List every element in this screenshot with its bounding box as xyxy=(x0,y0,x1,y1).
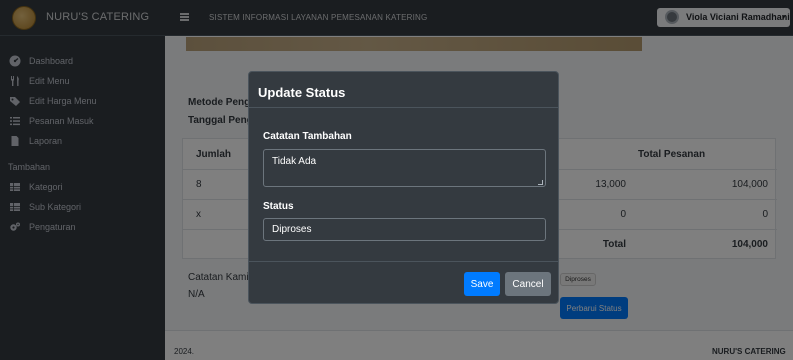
cancel-button[interactable]: Cancel xyxy=(505,272,551,296)
resize-grip-icon[interactable] xyxy=(538,180,543,185)
modal-title: Update Status xyxy=(258,85,346,100)
catatan-tambahan-label: Catatan Tambahan xyxy=(263,131,352,142)
save-button[interactable]: Save xyxy=(464,272,500,296)
catatan-tambahan-textarea[interactable]: Tidak Ada xyxy=(263,149,546,187)
modal-header-divider xyxy=(249,107,558,108)
status-select[interactable]: Diproses xyxy=(263,218,546,241)
modal-footer-divider xyxy=(249,261,558,262)
update-status-modal xyxy=(248,71,559,304)
status-label: Status xyxy=(263,201,294,212)
